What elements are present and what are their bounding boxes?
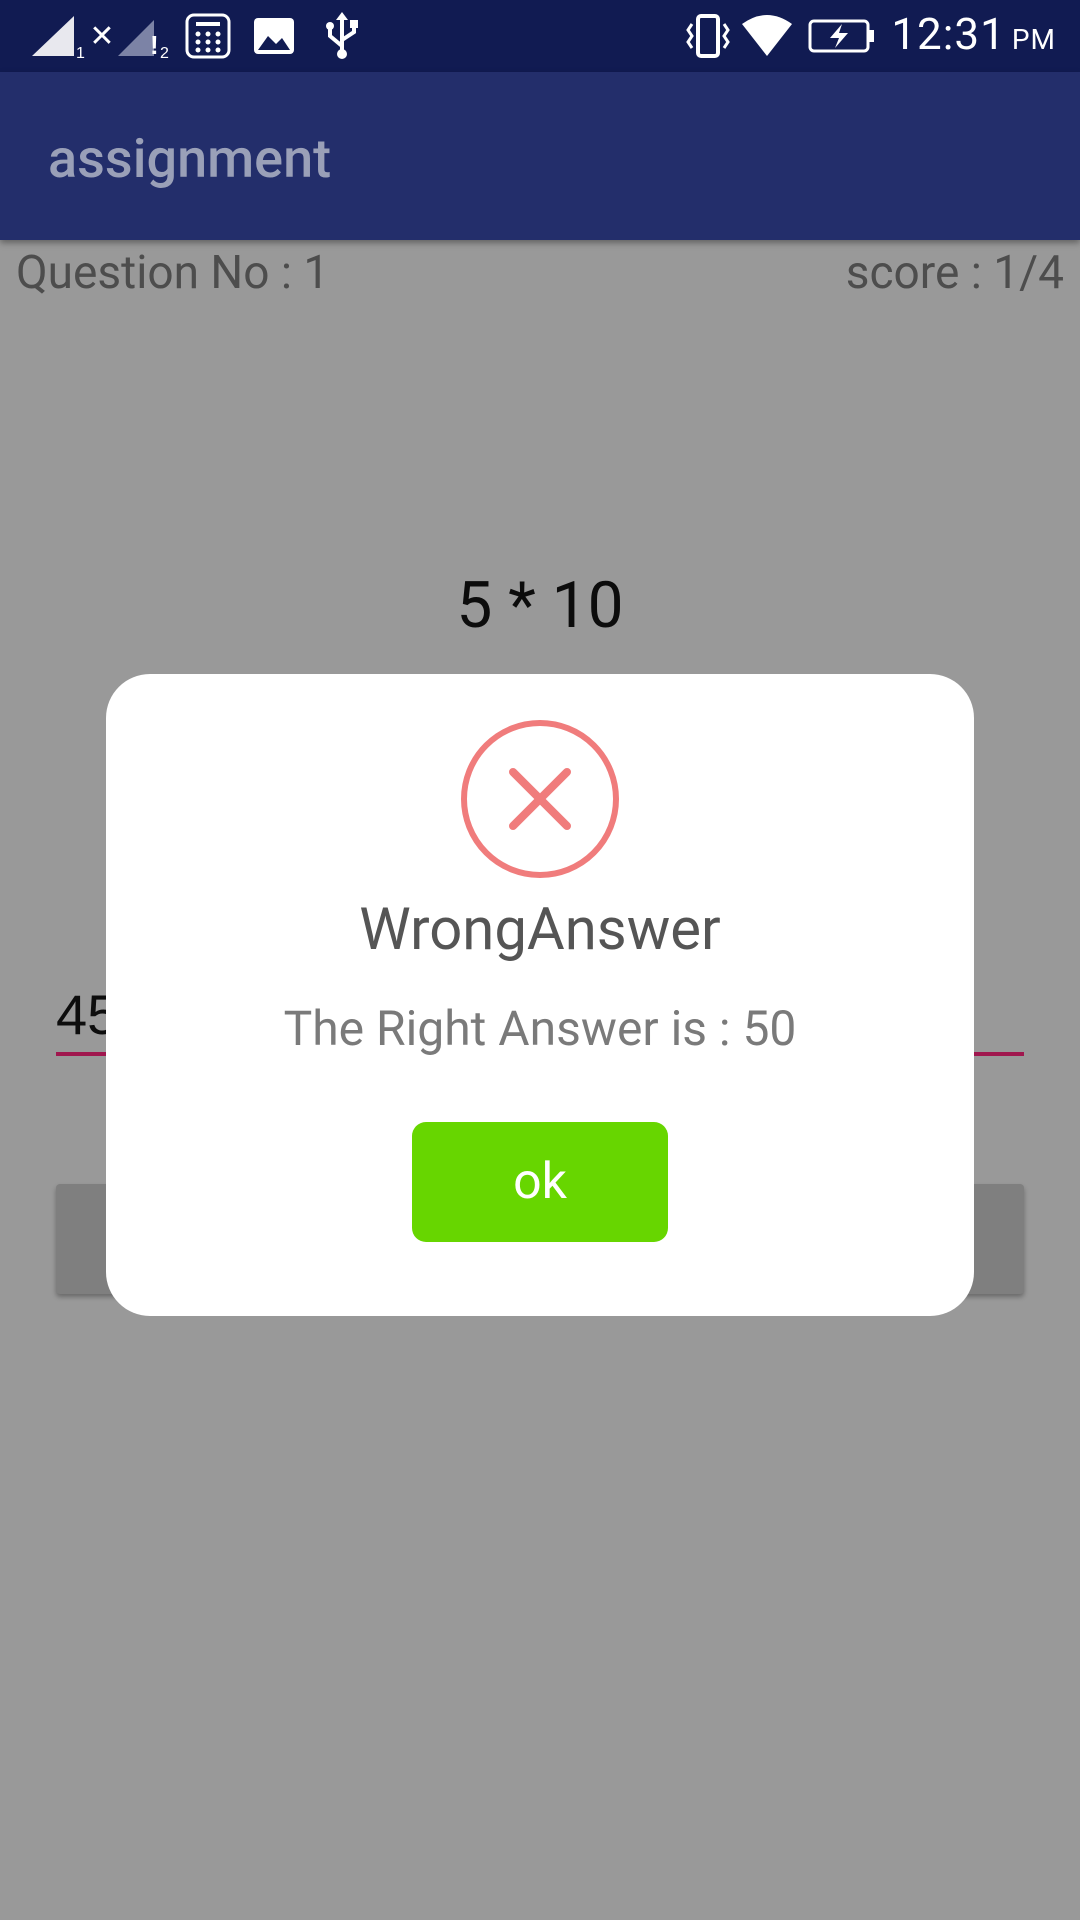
question-text: 5 * 10 [456, 568, 624, 643]
question-number: Question No : 1 [16, 246, 330, 300]
dialog-message: The Right Answer is : 50 [283, 1000, 797, 1057]
no-data-x-icon: ✕ [89, 18, 115, 54]
dialog-title: WrongAnswer [359, 896, 721, 964]
usb-icon [320, 12, 364, 60]
svg-text:!: ! [150, 30, 159, 60]
status-bar: 1 ✕ ! 2 12:31 PM [0, 0, 1080, 72]
status-time: 12:31 PM [891, 8, 1056, 60]
ampm-text: PM [1011, 23, 1056, 56]
wrong-answer-dialog: WrongAnswer The Right Answer is : 50 ok [106, 674, 974, 1316]
ok-button[interactable]: ok [412, 1122, 668, 1242]
sim2-label: 2 [160, 45, 169, 60]
vibrate-icon [684, 12, 732, 60]
app-title: assignment [48, 128, 332, 191]
signal-1-icon: 1 [28, 12, 88, 60]
time-text: 12:31 [891, 8, 1006, 60]
battery-charging-icon [808, 12, 876, 60]
wifi-icon [740, 12, 794, 60]
score-label: score : 1/4 [845, 246, 1064, 300]
sim1-label: 1 [76, 45, 85, 60]
error-x-icon [459, 718, 621, 880]
image-icon [252, 12, 296, 60]
signal-2-icon: ! 2 [114, 12, 174, 60]
app-bar: assignment [0, 72, 1080, 240]
calculator-icon [184, 12, 232, 60]
